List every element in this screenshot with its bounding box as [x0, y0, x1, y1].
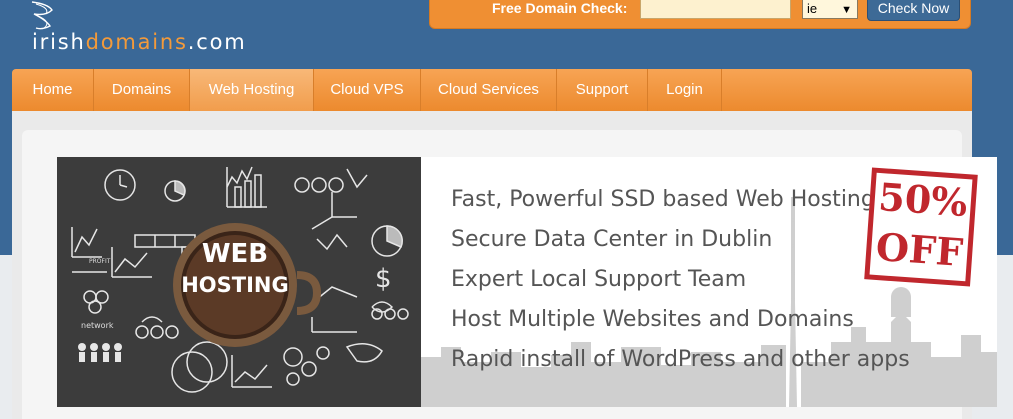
feature-item: Host Multiple Websites and Domains — [451, 307, 854, 332]
tld-select[interactable]: ie ▼ — [802, 0, 858, 19]
stamp-off: OFF — [874, 223, 965, 275]
stamp-percent: 50% — [876, 174, 969, 226]
chevron-down-icon: ▼ — [841, 4, 852, 16]
graphic-title-hosting: HOSTING — [181, 273, 289, 297]
feature-item: Rapid install of WordPress and other app… — [451, 347, 910, 372]
domain-search-input[interactable] — [640, 0, 791, 19]
discount-stamp: 50% OFF — [864, 167, 978, 287]
nav-item-support[interactable]: Support — [557, 69, 648, 111]
nav-item-home[interactable]: Home — [12, 69, 94, 111]
feature-item: Secure Data Center in Dublin — [451, 227, 773, 252]
graphic-label-profit: PROFIT — [89, 258, 111, 265]
logo-swirl-icon — [31, 1, 53, 30]
logo-wordmark: irishdomains.com — [32, 30, 247, 54]
tld-selected-value: ie — [807, 1, 818, 16]
check-now-button[interactable]: Check Now — [867, 0, 960, 21]
graphic-title-web: WEB — [201, 239, 269, 269]
nav-item-login[interactable]: Login — [648, 69, 722, 111]
nav-item-domains[interactable]: Domains — [94, 69, 190, 111]
web-hosting-graphic: $ WEB HOSTING network PROFIT — [57, 157, 421, 407]
features-banner: Fast, Powerful SSD based Web Hosting Sec… — [421, 157, 997, 407]
nav-item-cloud-services[interactable]: Cloud Services — [421, 69, 557, 111]
feature-item: Fast, Powerful SSD based Web Hosting — [451, 187, 875, 212]
domain-check-bar: Free Domain Check: ie ▼ Check Now — [429, 0, 971, 29]
nav-item-cloud-vps[interactable]: Cloud VPS — [314, 69, 421, 111]
nav-item-web-hosting[interactable]: Web Hosting — [190, 69, 314, 111]
main-nav: Home Domains Web Hosting Cloud VPS Cloud… — [12, 69, 972, 112]
graphic-label-network: network — [81, 321, 114, 330]
feature-item: Expert Local Support Team — [451, 267, 747, 292]
site-logo[interactable]: irishdomains.com — [14, 0, 254, 60]
domain-check-label: Free Domain Check: — [492, 0, 628, 16]
svg-text:$: $ — [375, 264, 392, 294]
